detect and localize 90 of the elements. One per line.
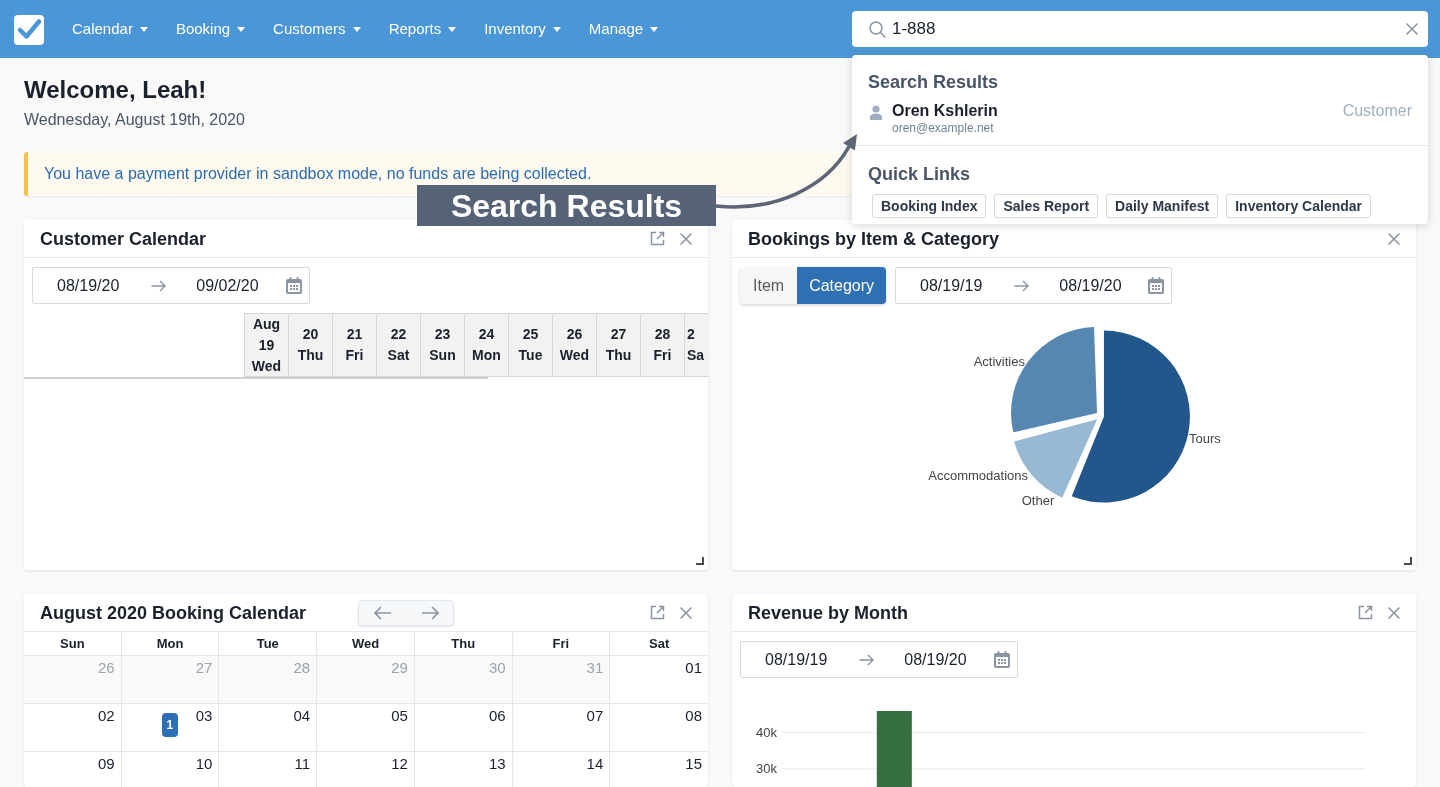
alert-text: You have a payment provider in sandbox mode, no funds are being collected. xyxy=(44,164,592,184)
y-axis-label: 40k xyxy=(756,725,777,741)
result-type: Customer xyxy=(1342,101,1412,121)
toggle-option[interactable]: Item xyxy=(740,267,798,304)
day-column-header: 22 Sat xyxy=(376,313,420,377)
annotation-callout: Search Results xyxy=(417,185,716,226)
calendar-day[interactable]: 05 xyxy=(317,704,415,752)
date-range-picker[interactable]: 08/19/20 09/02/20 xyxy=(32,267,310,304)
start-date[interactable]: 08/19/20 xyxy=(57,275,120,296)
calendar-day[interactable]: 09 xyxy=(24,752,122,787)
close-icon[interactable] xyxy=(1388,606,1400,619)
calendar-day[interactable]: 07 xyxy=(512,704,611,752)
calendar-day[interactable]: 06 xyxy=(414,704,513,752)
calendar-day[interactable]: 14 xyxy=(512,752,611,787)
calendar-day[interactable]: 10 xyxy=(121,752,220,787)
dropdown-heading: Quick Links xyxy=(867,163,972,186)
dropdown-heading: Search Results xyxy=(867,71,1000,94)
day-column-header: 28 Fri xyxy=(640,313,684,377)
day-column-header: 24 Mon xyxy=(464,313,508,377)
external-link-icon[interactable] xyxy=(650,231,665,246)
day-column-header: 27 Thu xyxy=(596,313,640,377)
arrow-right-icon xyxy=(859,653,875,666)
external-link-icon[interactable] xyxy=(1358,605,1373,620)
calendar-day[interactable]: 13 xyxy=(414,752,513,787)
widget-title: August 2020 Booking Calendar xyxy=(40,601,307,625)
day-column-header: 25 Tue xyxy=(508,313,552,377)
welcome-heading: Welcome, Leah! xyxy=(24,75,207,105)
close-icon[interactable] xyxy=(680,232,692,245)
end-date[interactable]: 09/02/20 xyxy=(196,275,259,296)
y-axis-label: 30k xyxy=(756,761,777,777)
day-column-header: 21 Fri xyxy=(332,313,376,377)
search-icon xyxy=(869,20,886,38)
logo-icon[interactable] xyxy=(14,13,45,45)
widget-title: Customer Calendar xyxy=(40,227,207,251)
calendar-day[interactable]: 08 xyxy=(610,704,708,752)
quick-link-button[interactable]: Booking Index xyxy=(872,194,987,218)
resize-handle-icon[interactable] xyxy=(1404,557,1412,565)
caret-down-icon xyxy=(552,26,561,32)
result-email: oren@example.net xyxy=(892,121,994,135)
slice-label: Activities xyxy=(973,353,1025,369)
start-date[interactable]: 08/19/19 xyxy=(920,275,983,296)
caret-down-icon xyxy=(139,26,148,32)
calendar-day[interactable]: 11 xyxy=(219,752,318,787)
quick-link-button[interactable]: Inventory Calendar xyxy=(1226,194,1371,218)
day-column-header: 23 Sun xyxy=(420,313,464,377)
end-date[interactable]: 08/19/20 xyxy=(1059,275,1122,296)
slice-label: Tours xyxy=(1189,430,1221,446)
resize-handle-icon[interactable] xyxy=(696,557,704,565)
calendar-day[interactable]: 15 xyxy=(610,752,708,787)
end-date[interactable]: 08/19/20 xyxy=(904,649,967,670)
calendar-day[interactable]: 02 xyxy=(24,704,122,752)
date-range-picker[interactable]: 08/19/19 08/19/20 xyxy=(740,641,1018,678)
day-column-header: 2 Sa xyxy=(684,313,708,377)
calendar-day[interactable]: 1 03 xyxy=(121,704,220,752)
close-icon[interactable] xyxy=(1388,232,1400,245)
search-input[interactable]: 1-888 xyxy=(892,16,1406,42)
day-column-header: Aug 19 Wed xyxy=(244,313,288,377)
calendar-day[interactable]: 04 xyxy=(219,704,318,752)
calendar-icon[interactable] xyxy=(286,277,302,294)
slice-label: Other xyxy=(1021,492,1055,508)
caret-down-icon xyxy=(650,26,659,32)
caret-down-icon xyxy=(448,26,457,32)
caret-down-icon xyxy=(237,26,246,32)
widget-title: Revenue by Month xyxy=(748,601,908,625)
day-column-header: 26 Wed xyxy=(552,313,596,377)
result-name[interactable]: Oren Kshlerin xyxy=(892,101,998,121)
current-date: Wednesday, August 19th, 2020 xyxy=(24,110,245,130)
widget-title: Bookings by Item & Category xyxy=(748,227,1000,251)
arrow-right-icon xyxy=(1014,279,1030,292)
quick-link-button[interactable]: Sales Report xyxy=(994,194,1099,218)
calendar-day[interactable]: 12 xyxy=(317,752,415,787)
toggle-option[interactable]: Category xyxy=(797,267,887,304)
date-range-picker[interactable]: 08/19/19 08/19/20 xyxy=(895,267,1173,304)
day-column-header: 20 Thu xyxy=(288,313,332,377)
calendar-icon[interactable] xyxy=(1148,277,1165,294)
close-icon[interactable] xyxy=(680,606,692,619)
calendar-icon[interactable] xyxy=(994,651,1010,668)
calendar-day[interactable]: 01 xyxy=(610,656,708,704)
arrow-right-icon xyxy=(151,279,167,292)
external-link-icon[interactable] xyxy=(650,605,665,620)
search-field[interactable]: 1-888 xyxy=(852,11,1428,47)
slice-label: Accommodations xyxy=(928,467,1028,483)
start-date[interactable]: 08/19/19 xyxy=(765,649,828,670)
event-count-badge[interactable]: 1 xyxy=(161,713,178,737)
arrow-right-icon xyxy=(420,605,439,620)
arrow-left-icon xyxy=(373,605,392,620)
quick-link-button[interactable]: Daily Manifest xyxy=(1106,194,1219,218)
caret-down-icon xyxy=(352,26,361,32)
person-icon xyxy=(870,105,882,120)
close-icon[interactable] xyxy=(1406,23,1418,35)
